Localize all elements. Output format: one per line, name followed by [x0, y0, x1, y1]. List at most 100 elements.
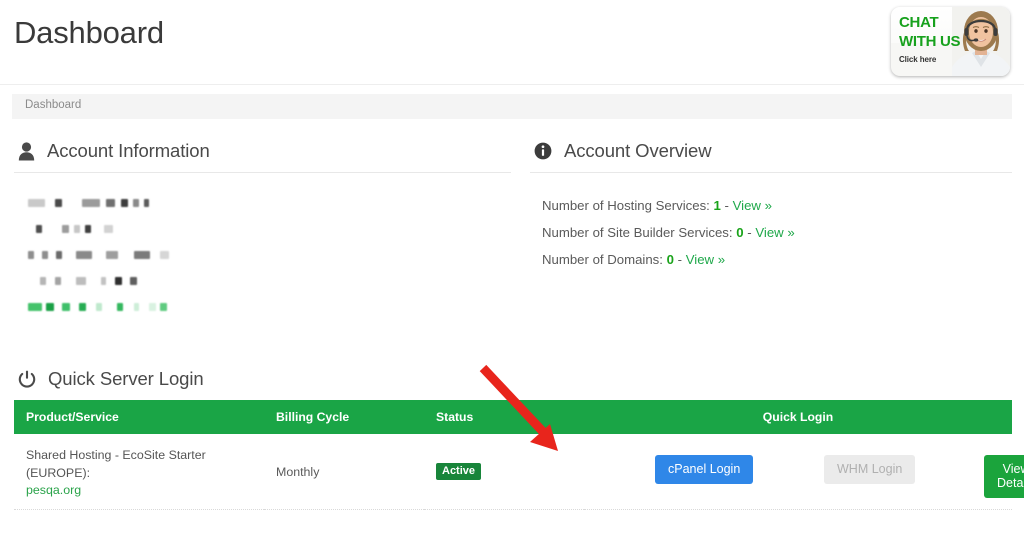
overview-row: Number of Domains: 0 - View » [542, 251, 1012, 268]
cell-status: Active [424, 434, 584, 510]
account-information-title: Account Information [47, 140, 210, 161]
redacted-block [121, 199, 128, 207]
redacted-block [101, 277, 106, 285]
redacted-block [76, 251, 92, 259]
overview-row: Number of Site Builder Services: 0 - Vie… [542, 224, 1012, 241]
table-row: Shared Hosting - EcoSite Starter (EUROPE… [14, 434, 1024, 510]
cell-billing-cycle: Monthly [264, 434, 424, 510]
overview-view-link[interactable]: View » [733, 198, 772, 213]
whm-login-button: WHM Login [824, 455, 916, 484]
redacted-block [130, 277, 137, 285]
redacted-link-line[interactable] [28, 301, 511, 313]
chat-line-2: WITH US [899, 33, 961, 50]
redacted-block [28, 303, 42, 311]
account-overview-list: Number of Hosting Services: 1 - View » N… [530, 197, 1012, 268]
cell-product: Shared Hosting - EcoSite Starter (EUROPE… [14, 434, 264, 510]
power-icon [18, 370, 36, 389]
service-name: Shared Hosting - EcoSite Starter (EUROPE… [26, 448, 206, 480]
dashboard-page: Dashboard CHAT WITH US Click here Dashbo… [0, 0, 1024, 551]
redacted-block [76, 277, 86, 285]
redacted-block [160, 251, 169, 259]
redacted-block [115, 277, 122, 285]
chat-widget-text: CHAT WITH US Click here [899, 14, 961, 65]
chat-line-1: CHAT [899, 14, 939, 31]
breadcrumb: Dashboard [12, 94, 1012, 119]
cpanel-login-button[interactable]: cPanel Login [655, 455, 754, 484]
column-header-billing-cycle: Billing Cycle [264, 400, 424, 434]
redacted-line [28, 223, 511, 235]
person-icon [18, 141, 35, 161]
account-overview-title: Account Overview [564, 140, 712, 161]
redacted-block [134, 303, 139, 311]
redacted-block [42, 251, 48, 259]
page-header: Dashboard CHAT WITH US Click here [0, 0, 1024, 85]
account-information-panel: Account Information [14, 134, 511, 327]
column-header-quick-login: Quick Login [584, 400, 1012, 434]
redacted-line [28, 249, 511, 261]
redacted-block [79, 303, 86, 311]
redacted-block [160, 303, 167, 311]
redacted-line [28, 275, 511, 287]
table-body: Shared Hosting - EcoSite Starter (EUROPE… [14, 434, 1024, 510]
column-header-status: Status [424, 400, 584, 434]
quick-server-login-table: Product/Service Billing Cycle Status Qui… [14, 400, 1024, 510]
view-details-button[interactable]: View Details [984, 455, 1024, 498]
overview-count: 0 [666, 252, 674, 267]
support-agent-photo [952, 7, 1010, 76]
redacted-block [62, 303, 70, 311]
redacted-block [104, 225, 113, 233]
redacted-line [28, 197, 511, 209]
overview-separator: - [677, 252, 683, 267]
redacted-block [28, 199, 45, 207]
page-title: Dashboard [14, 15, 164, 50]
redacted-block [149, 303, 156, 311]
quick-server-login-title: Quick Server Login [48, 368, 204, 389]
redacted-block [82, 199, 100, 207]
redacted-block [36, 225, 42, 233]
overview-label: Number of Hosting Services: [542, 198, 710, 213]
overview-count: 0 [736, 225, 744, 240]
account-overview-header: Account Overview [530, 134, 1012, 168]
overview-separator: - [724, 198, 729, 213]
redacted-block [55, 199, 62, 207]
account-information-header: Account Information [14, 134, 511, 168]
redacted-block [133, 199, 139, 207]
redacted-block [144, 199, 149, 207]
breadcrumb-item-dashboard[interactable]: Dashboard [25, 99, 81, 111]
redacted-block [46, 303, 54, 311]
redacted-block [85, 225, 91, 233]
cell-quick-login: cPanel Login WHM Login View Details [584, 434, 1024, 510]
status-badge: Active [436, 463, 482, 480]
account-overview-panel: Account Overview Number of Hosting Servi… [530, 134, 1012, 278]
redacted-block [96, 303, 102, 311]
redacted-block [106, 251, 118, 259]
redacted-block [74, 225, 80, 233]
redacted-block [28, 251, 34, 259]
redacted-block [62, 225, 69, 233]
column-header-product: Product/Service [14, 400, 264, 434]
chat-click-here-label: Click here [899, 55, 937, 64]
account-overview-divider [530, 172, 1012, 173]
table-header-row: Product/Service Billing Cycle Status Qui… [14, 400, 1012, 434]
redacted-block [117, 303, 123, 311]
quick-server-login-section: Quick Server Login Product/Service Billi… [14, 362, 1024, 510]
redacted-block [55, 277, 61, 285]
chat-with-us-widget[interactable]: CHAT WITH US Click here [891, 7, 1010, 76]
redacted-account-details [14, 197, 511, 313]
account-information-divider [14, 172, 511, 173]
overview-view-link[interactable]: View » [686, 252, 725, 267]
overview-label: Number of Site Builder Services: [542, 225, 733, 240]
overview-separator: - [747, 225, 752, 240]
redacted-block [106, 199, 115, 207]
service-domain-link[interactable]: pesqa.org [26, 483, 81, 497]
overview-count: 1 [713, 198, 721, 213]
overview-view-link[interactable]: View » [755, 225, 794, 240]
overview-label: Number of Domains: [542, 252, 663, 267]
table-header: Product/Service Billing Cycle Status Qui… [14, 400, 1012, 434]
quick-server-login-header: Quick Server Login [14, 362, 1012, 396]
info-icon [534, 142, 552, 160]
redacted-block [134, 251, 150, 259]
redacted-block [40, 277, 46, 285]
overview-row: Number of Hosting Services: 1 - View » [542, 197, 1012, 214]
redacted-block [56, 251, 62, 259]
